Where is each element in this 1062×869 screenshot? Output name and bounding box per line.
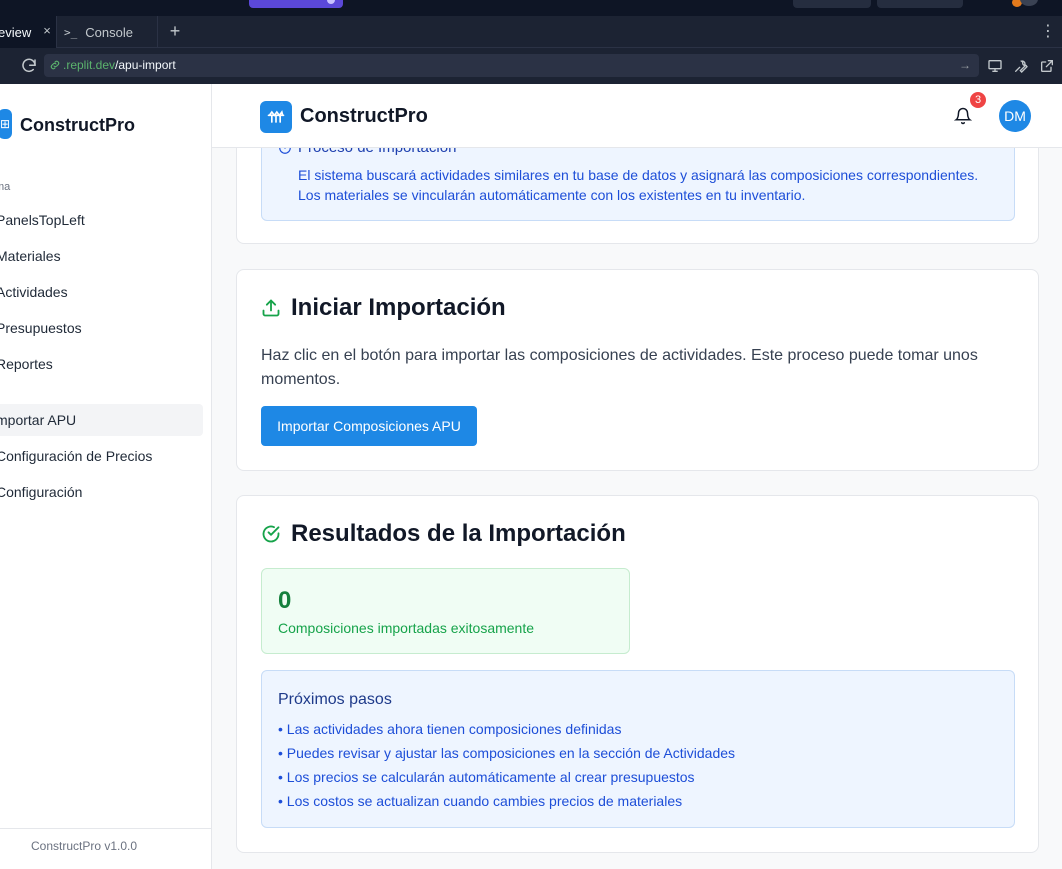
- results-card-header: Resultados de la Importación: [261, 520, 626, 548]
- more-options-icon[interactable]: ⋮: [1040, 23, 1056, 41]
- close-tab-icon[interactable]: ×: [40, 24, 54, 38]
- sidebar-item-materiales[interactable]: Materiales: [0, 240, 203, 272]
- info-icon: [279, 148, 291, 154]
- tab-webview-label: eview: [0, 24, 32, 40]
- terminal-icon: >_: [64, 25, 78, 39]
- browser-tab-bar: eview × >_ Console + ⋮: [0, 16, 1062, 48]
- header-brand: ConstructPro: [300, 105, 428, 127]
- process-line-2: Los materiales se vincularán automáticam…: [298, 187, 806, 203]
- version-text: ConstructPro v1.0.0: [31, 839, 138, 853]
- results-card-title: Resultados de la Importación: [291, 520, 626, 547]
- address-bar-row: › .replit.dev/apu-import →: [0, 48, 1062, 84]
- process-info-box: Proceso de Importación El sistema buscar…: [261, 148, 1015, 221]
- brand-logo-icon: [260, 101, 292, 133]
- link-icon: [50, 60, 60, 70]
- imported-count-box: 0 Composiciones importadas exitosamente: [261, 568, 630, 654]
- bell-icon[interactable]: [954, 107, 972, 125]
- deploy-button[interactable]: [877, 0, 963, 8]
- tab-console[interactable]: >_ Console: [58, 16, 158, 48]
- brand-logo-icon: ⊞: [0, 109, 12, 139]
- next-step-item: • Puedes revisar y ajustar las composici…: [278, 745, 736, 761]
- process-title: Proceso de Importación: [298, 148, 456, 156]
- url-text: .replit.dev/apu-import: [63, 58, 176, 72]
- notification-badge: 3: [970, 92, 986, 108]
- reload-icon[interactable]: [20, 57, 38, 75]
- main-content: Proceso de Importación El sistema buscar…: [212, 148, 1062, 869]
- next-step-item: • Los precios se calcularán automáticame…: [278, 769, 695, 785]
- sidebar-footer: ConstructPro v1.0.0: [0, 828, 211, 869]
- import-card-header: Iniciar Importación: [261, 294, 506, 322]
- tab-webview[interactable]: eview ×: [0, 16, 57, 48]
- new-tab-button[interactable]: +: [166, 22, 184, 40]
- upload-icon: [262, 299, 280, 317]
- devtools-wrench-icon[interactable]: [1013, 58, 1029, 74]
- next-steps-title: Próximos pasos: [278, 691, 392, 708]
- import-apu-button[interactable]: Importar Composiciones APU: [261, 406, 477, 446]
- import-card-title: Iniciar Importación: [291, 294, 506, 321]
- go-arrow-icon[interactable]: →: [959, 58, 971, 72]
- tab-console-label: Console: [85, 24, 133, 40]
- user-avatar-icon[interactable]: [1020, 0, 1038, 6]
- sidebar-item-configuracion-precios[interactable]: Configuración de Precios: [0, 440, 203, 472]
- url-field[interactable]: .replit.dev/apu-import →: [44, 54, 979, 77]
- next-step-item: • Los costos se actualizan cuando cambie…: [278, 793, 683, 809]
- run-button[interactable]: [249, 0, 343, 8]
- sidebar-item-configuracion[interactable]: Configuración: [0, 476, 203, 508]
- sidebar-item-presupuestos[interactable]: Presupuestos: [0, 312, 203, 344]
- open-new-window-icon[interactable]: [1039, 58, 1055, 74]
- sidebar-item-reportes[interactable]: Reportes: [0, 348, 203, 380]
- results-card: Resultados de la Importación 0 Composici…: [236, 495, 1039, 853]
- process-card: Proceso de Importación El sistema buscar…: [236, 148, 1039, 244]
- user-avatar[interactable]: DM: [999, 100, 1031, 132]
- top-bar-button[interactable]: [793, 0, 871, 8]
- imported-count: 0: [278, 587, 292, 614]
- next-step-item: • Las actividades ahora tienen composici…: [278, 721, 622, 737]
- imported-count-label: Composiciones importadas exitosamente: [278, 620, 535, 636]
- replit-top-bar: [0, 0, 1062, 16]
- sidebar-section-label: ma: [0, 181, 11, 193]
- devices-icon[interactable]: [987, 58, 1003, 74]
- sidebar-item-actividades[interactable]: Actividades: [0, 276, 203, 308]
- check-circle-icon: [262, 525, 280, 543]
- app-sidebar: ⊞ ConstructPro ma PanelsTopLeft Material…: [0, 84, 212, 869]
- next-steps-box: Próximos pasos • Las actividades ahora t…: [261, 670, 1015, 828]
- import-description: Haz clic en el botón para importar las c…: [261, 347, 978, 388]
- app-header: ConstructPro 3 DM: [212, 84, 1062, 148]
- sidebar-item-dashboard[interactable]: PanelsTopLeft: [0, 204, 203, 236]
- sidebar-item-importar-apu[interactable]: mportar APU: [0, 404, 203, 436]
- process-line-1: El sistema buscará actividades similares…: [298, 167, 979, 183]
- sidebar-brand: ConstructPro: [20, 115, 136, 135]
- import-card: Iniciar Importación Haz clic en el botón…: [236, 269, 1039, 471]
